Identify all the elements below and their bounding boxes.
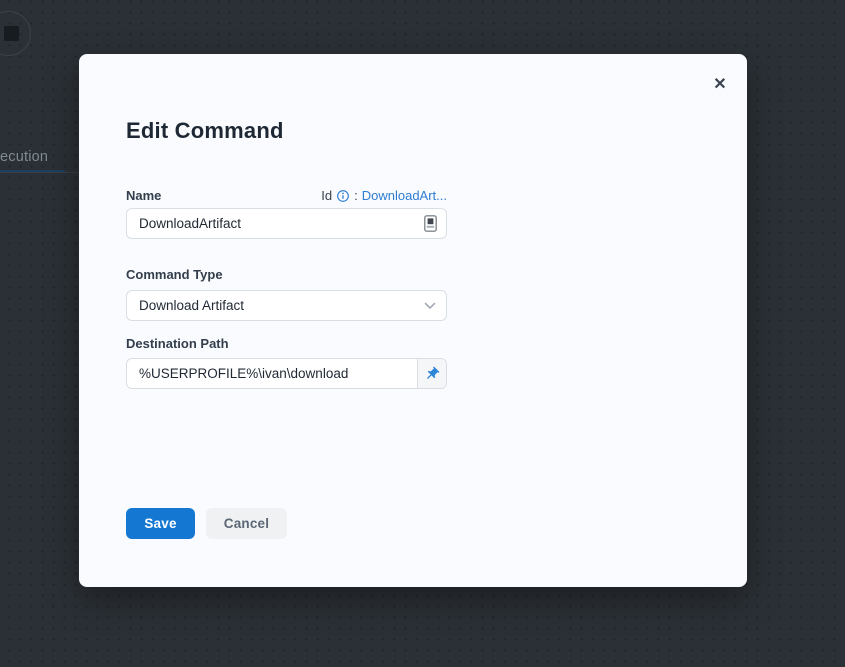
pin-button[interactable] bbox=[417, 359, 446, 388]
save-button[interactable]: Save bbox=[126, 508, 195, 539]
cancel-button[interactable]: Cancel bbox=[206, 508, 287, 539]
command-type-label: Command Type bbox=[126, 267, 223, 282]
name-input-wrap bbox=[126, 208, 447, 239]
destination-path-input[interactable] bbox=[127, 359, 417, 388]
id-separator: : bbox=[354, 188, 358, 203]
contact-badge-icon bbox=[424, 215, 446, 232]
id-info-row: Id : DownloadArt... bbox=[321, 188, 447, 203]
modal-title: Edit Command bbox=[126, 118, 284, 144]
id-value-link[interactable]: DownloadArt... bbox=[362, 188, 447, 203]
destination-path-label: Destination Path bbox=[126, 336, 229, 351]
name-input[interactable] bbox=[127, 216, 424, 231]
info-icon[interactable] bbox=[336, 189, 350, 203]
tab-execution[interactable]: ecution bbox=[0, 149, 48, 165]
stop-button[interactable] bbox=[0, 11, 31, 56]
stop-icon bbox=[4, 26, 19, 41]
tab-bar-divider bbox=[0, 172, 90, 173]
chevron-down-icon bbox=[424, 302, 446, 310]
command-type-select[interactable]: Download Artifact bbox=[126, 290, 447, 321]
close-icon[interactable]: ✕ bbox=[709, 74, 731, 96]
name-label: Name bbox=[126, 188, 161, 203]
destination-path-group bbox=[126, 358, 447, 389]
command-type-value: Download Artifact bbox=[127, 298, 244, 313]
pin-icon bbox=[421, 362, 444, 385]
id-label: Id bbox=[321, 188, 332, 203]
edit-command-modal: ✕ Edit Command Name Id : DownloadArt... bbox=[79, 54, 747, 587]
name-field-header: Name Id : DownloadArt... bbox=[126, 188, 447, 203]
modal-actions: Save Cancel bbox=[126, 508, 287, 539]
